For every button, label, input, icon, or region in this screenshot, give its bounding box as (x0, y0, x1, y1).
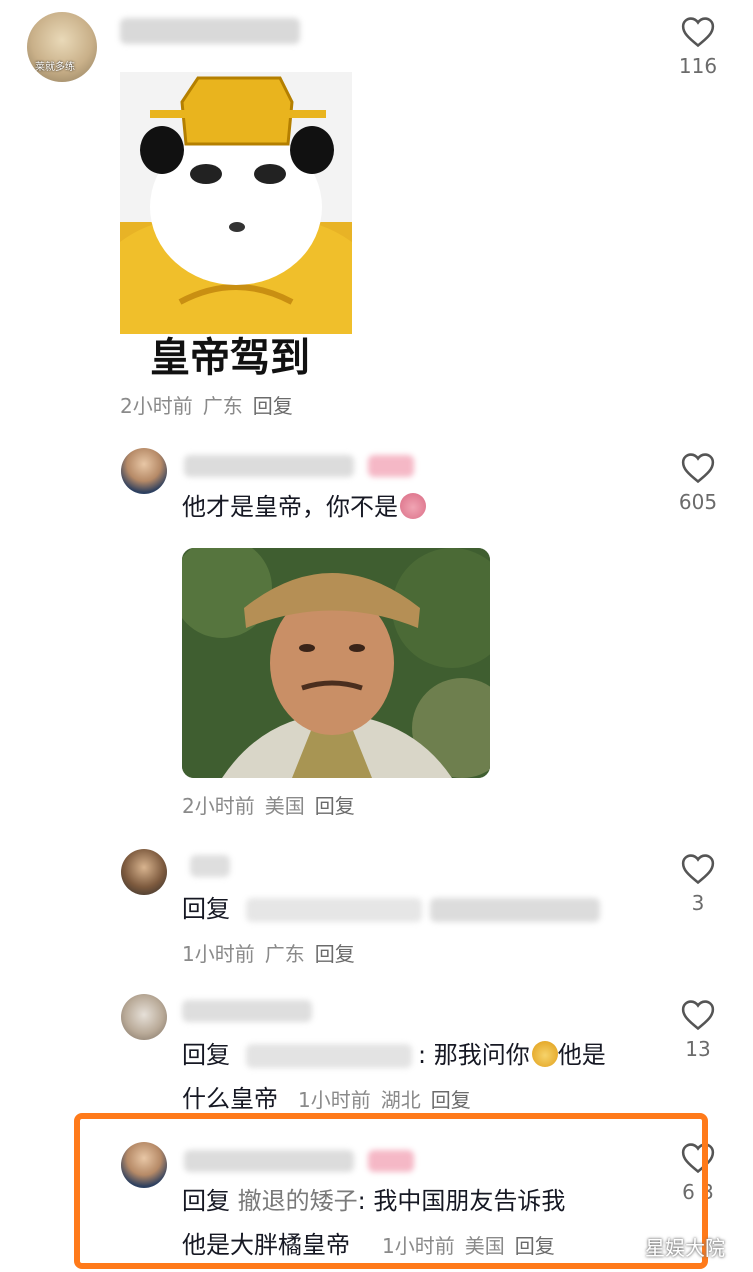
heart-icon (681, 854, 715, 885)
like-button[interactable]: 13 (668, 999, 728, 1063)
comment-location: 广东 (202, 394, 243, 418)
avatar[interactable] (121, 994, 167, 1040)
reply-button[interactable]: 回复 (431, 1088, 471, 1112)
blurred-mention (246, 1044, 412, 1068)
comment-image (182, 548, 490, 778)
comment-time: 2小时前 (120, 394, 193, 418)
avatar[interactable] (121, 448, 167, 494)
comment-text: : 那我问你 他是 (418, 1041, 606, 1069)
blurred-username (120, 18, 300, 44)
comment-location: 湖北 (380, 1088, 421, 1112)
blurred-badge (368, 455, 414, 477)
sticker-caption: 皇帝驾到 (150, 335, 310, 381)
comment-meta: 1小时前 湖北 回复 (298, 1087, 481, 1113)
comment-meta: 1小时前 广东 回复 (182, 941, 365, 967)
highlight-box (74, 1113, 708, 1269)
blurred-mention (430, 898, 600, 922)
like-count: 13 (685, 1037, 711, 1061)
like-count: 116 (678, 54, 718, 78)
sticker-image (120, 72, 352, 334)
comment-time: 1小时前 (298, 1088, 371, 1112)
reply-button[interactable]: 回复 (315, 942, 355, 966)
avatar-caption: 莱就多练 (35, 62, 75, 73)
watermark: 星娱大院 (645, 1236, 725, 1260)
heart-icon (681, 453, 715, 484)
comment-text: 回复 (182, 895, 230, 923)
blurred-mention (246, 898, 422, 922)
like-button[interactable]: 3 (668, 853, 728, 917)
comment-meta: 2小时前 广东 回复 (120, 393, 303, 419)
comment-text-line2: 什么皇帝 (182, 1085, 278, 1113)
emoji-icon (400, 493, 426, 519)
avatar[interactable] (121, 849, 167, 895)
emoji-icon (531, 1041, 558, 1067)
reply-button[interactable]: 回复 (253, 394, 293, 418)
blurred-username (184, 455, 354, 477)
like-button[interactable]: 116 (668, 16, 728, 80)
comment-text: 他才是皇帝，你不是 (182, 492, 426, 522)
reply-button[interactable]: 回复 (315, 794, 355, 818)
comment-text: 回复 (182, 1041, 230, 1069)
blurred-username (182, 1000, 312, 1022)
comment-location: 广东 (264, 942, 305, 966)
comment-time: 2小时前 (182, 794, 255, 818)
comment-location: 美国 (264, 794, 305, 818)
blurred-username (190, 855, 230, 877)
comment-meta: 2小时前 美国 回复 (182, 793, 365, 819)
comment-time: 1小时前 (182, 942, 255, 966)
like-count: 3 (691, 891, 705, 915)
like-button[interactable]: 605 (668, 452, 728, 516)
heart-icon (681, 17, 715, 48)
heart-icon (681, 1000, 715, 1031)
avatar[interactable]: 莱就多练 (27, 12, 97, 82)
like-count: 605 (678, 490, 718, 514)
